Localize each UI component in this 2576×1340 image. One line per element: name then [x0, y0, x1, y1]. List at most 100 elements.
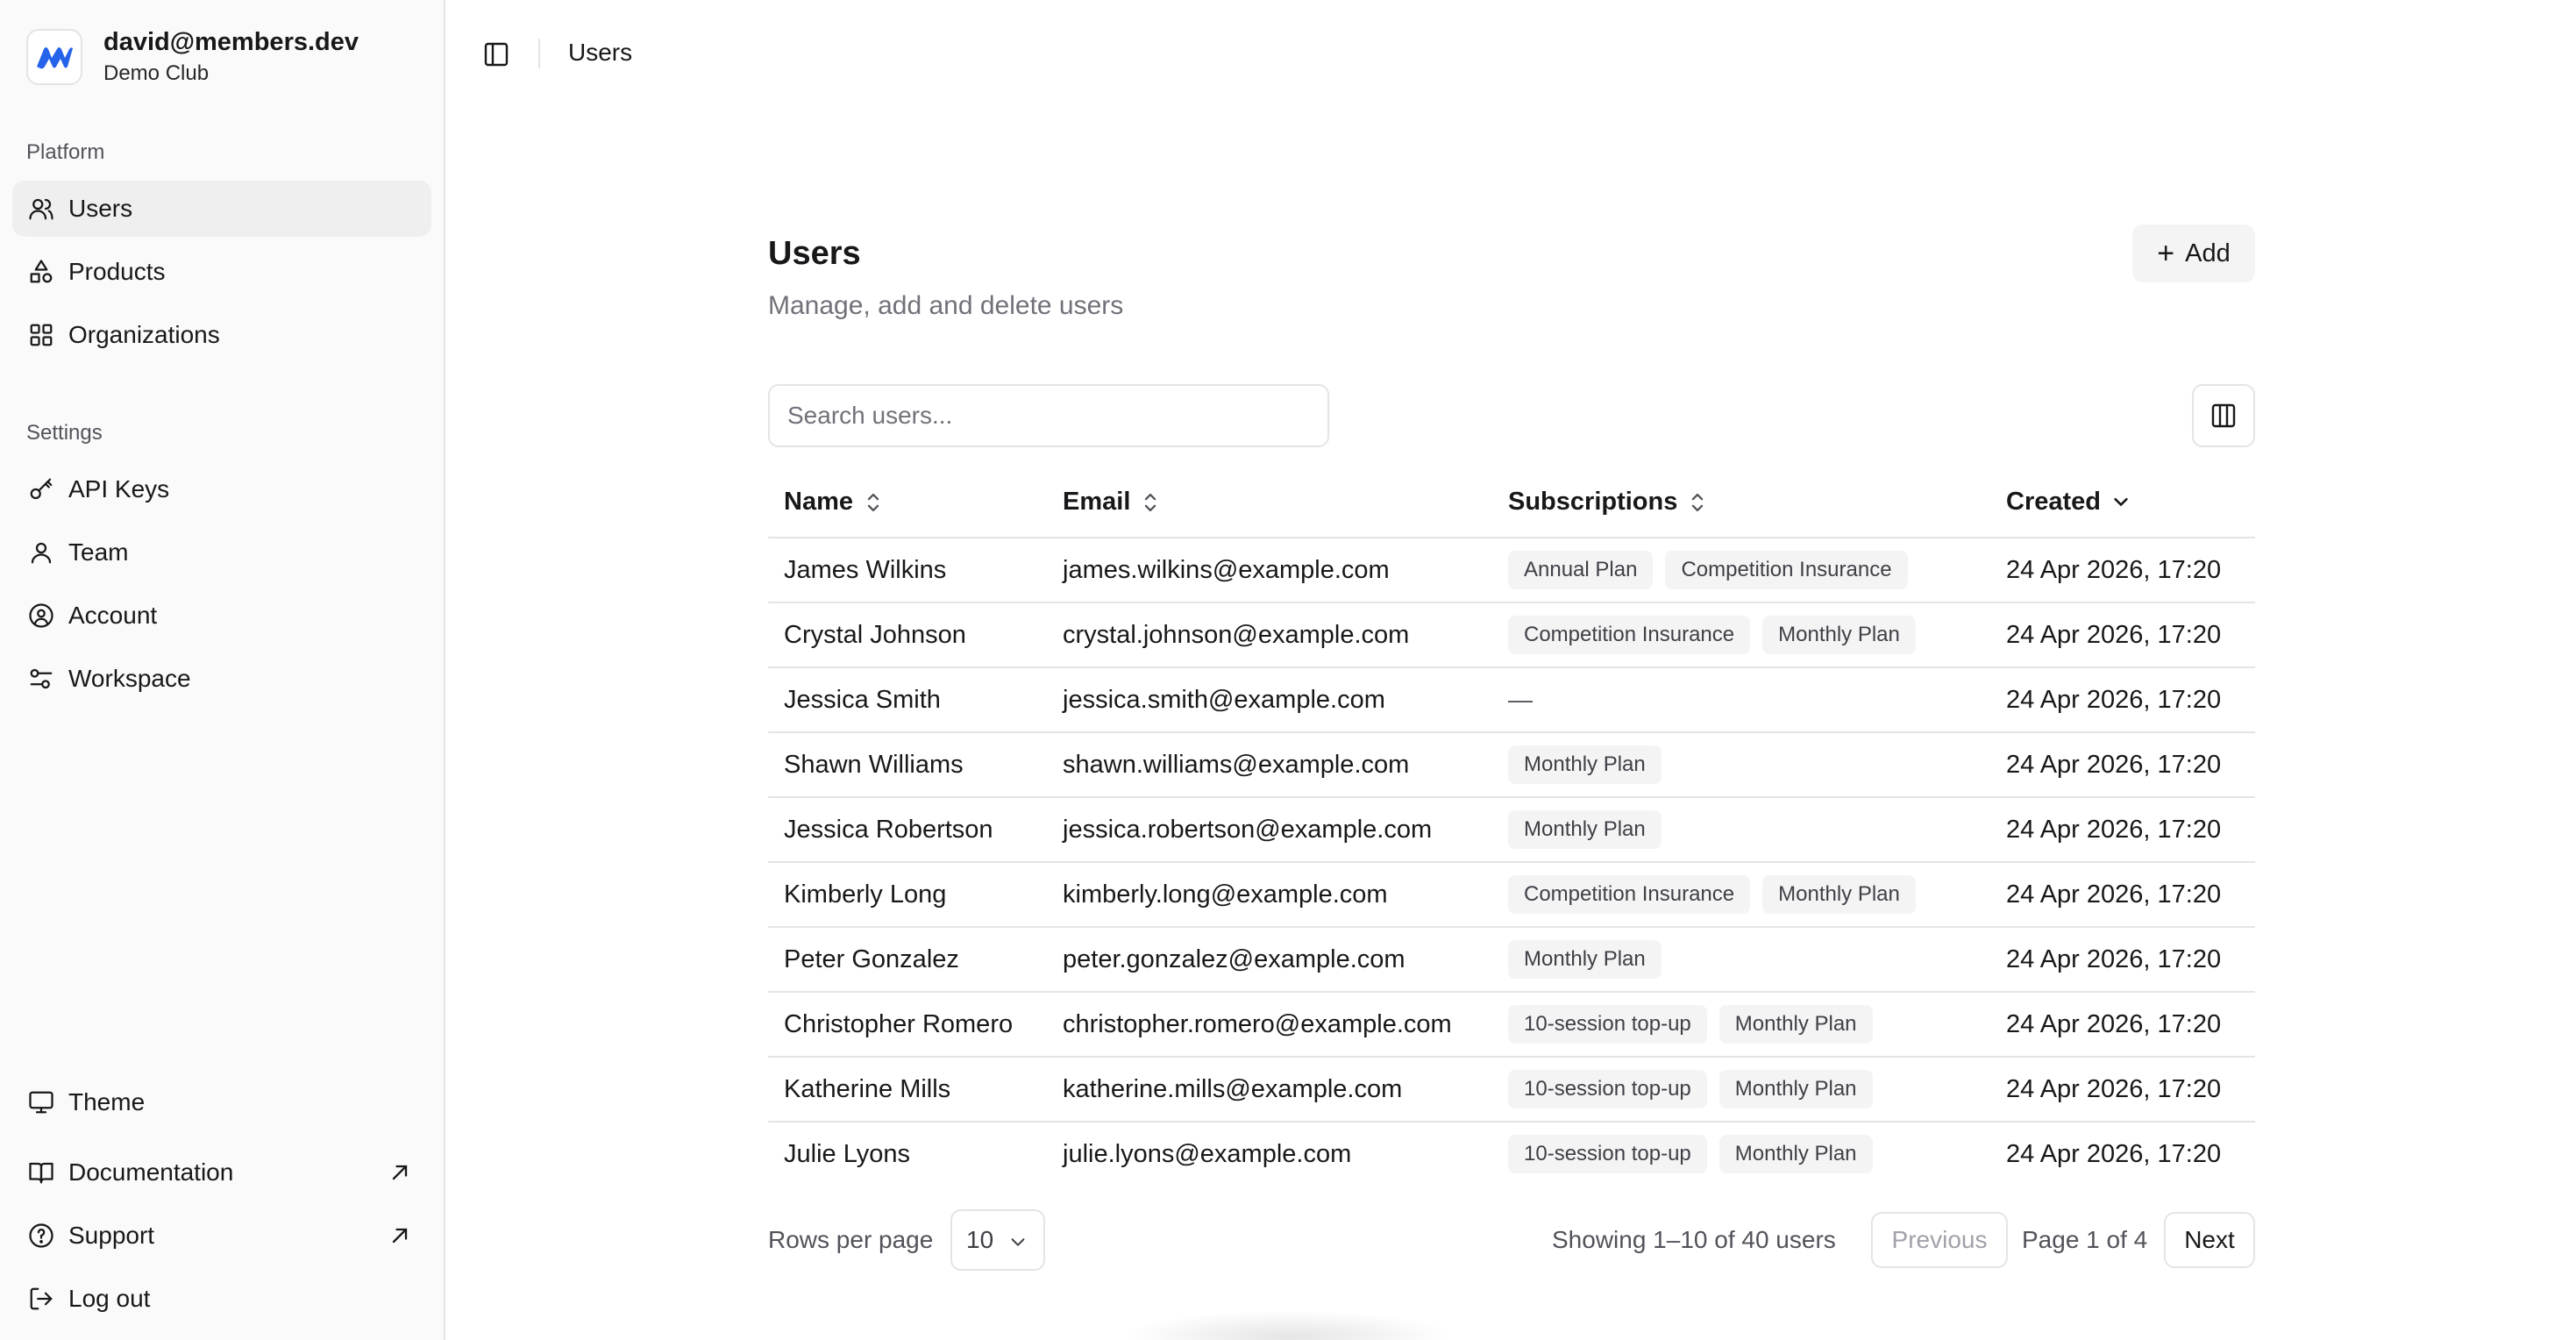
- user-subscriptions: 10-session top-up Monthly Plan: [1508, 1135, 1885, 1173]
- user-subscriptions: —: [1508, 681, 1533, 719]
- rows-per-page-value: 10: [966, 1226, 994, 1253]
- columns-icon: [2211, 403, 2236, 428]
- user-subscriptions: Monthly Plan: [1508, 940, 1674, 979]
- user-email: kimberly.long@example.com: [1063, 880, 1388, 909]
- account-club: Demo Club: [103, 61, 210, 85]
- chevron-down-icon: [2114, 497, 2128, 506]
- table-row[interactable]: James Wilkins james.wilkins@example.com An…: [768, 538, 2255, 603]
- user-subscriptions: Annual Plan Competition Insurance: [1508, 551, 1920, 589]
- sidebar-item-team[interactable]: Team: [12, 524, 431, 581]
- user-name: James Wilkins: [784, 556, 947, 584]
- toast-shadow: [1122, 1310, 1455, 1340]
- sidebar-item-support[interactable]: Support: [12, 1208, 431, 1264]
- log-out-icon: [26, 1284, 56, 1314]
- subscription-badge: Monthly Plan: [1762, 616, 1916, 654]
- user-created: 24 Apr 2026, 17:20: [2006, 945, 2222, 973]
- sidebar-item-log-out[interactable]: Log out: [12, 1271, 431, 1327]
- sidebar-item-account[interactable]: Account: [12, 588, 431, 644]
- column-header-email[interactable]: Email: [1063, 488, 1160, 517]
- monitor-icon: [26, 1087, 56, 1117]
- column-header-label: Name: [784, 488, 853, 516]
- column-header-created[interactable]: Created: [2006, 488, 2131, 517]
- table-row[interactable]: Shawn Williams shawn.williams@example.com…: [768, 733, 2255, 798]
- column-header-name[interactable]: Name: [784, 488, 883, 517]
- user-email: peter.gonzalez@example.com: [1063, 945, 1405, 973]
- sidebar-item-theme[interactable]: Theme: [12, 1074, 431, 1130]
- sidebar-item-label: Workspace: [68, 665, 191, 692]
- pagination-summary: Showing 1–10 of 40 users: [1552, 1226, 1836, 1253]
- user-email: james.wilkins@example.com: [1063, 556, 1390, 584]
- table-row[interactable]: Julie Lyons julie.lyons@example.com 10-ses…: [768, 1123, 2255, 1187]
- previous-page-button[interactable]: Previous: [1871, 1212, 2008, 1268]
- subscription-badge: Monthly Plan: [1762, 875, 1916, 914]
- table-row[interactable]: Christopher Romero christopher.romero@exa…: [768, 993, 2255, 1058]
- account-email: david@members.dev: [103, 28, 359, 56]
- table-row[interactable]: Katherine Mills katherine.mills@example.c…: [768, 1058, 2255, 1123]
- sidebar-item-label: Products: [68, 258, 166, 285]
- subscription-badge: Competition Insurance: [1508, 616, 1751, 654]
- breadcrumb: Users: [568, 39, 633, 66]
- sliders-icon: [26, 664, 56, 694]
- user-created: 24 Apr 2026, 17:20: [2006, 751, 2222, 779]
- subscription-badge: 10-session top-up: [1508, 1070, 1707, 1108]
- sidebar-item-api-keys[interactable]: API Keys: [12, 461, 431, 517]
- user-email: jessica.smith@example.com: [1063, 686, 1385, 714]
- search-input[interactable]: [768, 384, 1329, 447]
- sidebar-toggle-button[interactable]: [479, 37, 514, 72]
- user-created: 24 Apr 2026, 17:20: [2006, 816, 2222, 844]
- user-email: shawn.williams@example.com: [1063, 751, 1410, 779]
- user-email: katherine.mills@example.com: [1063, 1075, 1403, 1103]
- rows-per-page-select[interactable]: 10: [950, 1209, 1045, 1271]
- table-row[interactable]: Jessica Smith jessica.smith@example.com — 2…: [768, 668, 2255, 733]
- column-header-label: Subscriptions: [1508, 488, 1678, 516]
- user-email: jessica.robertson@example.com: [1063, 816, 1433, 844]
- next-page-button[interactable]: Next: [2164, 1212, 2255, 1268]
- sidebar-item-label: Documentation: [68, 1158, 234, 1186]
- users-table: Name Email Subscriptions Created James W…: [768, 470, 2255, 1187]
- subscription-badge: 10-session top-up: [1508, 1135, 1707, 1173]
- sidebar-item-workspace[interactable]: Workspace: [12, 651, 431, 707]
- external-link-icon: [392, 1165, 408, 1180]
- column-header-label: Email: [1063, 488, 1131, 516]
- user-subscriptions: Competition Insurance Monthly Plan: [1508, 875, 1928, 914]
- plus-icon: +: [2157, 237, 2175, 270]
- sidebar-item-products[interactable]: Products: [12, 244, 431, 300]
- account-switcher[interactable]: david@members.dev Demo Club: [26, 26, 359, 88]
- platform-group-label: Platform: [26, 140, 105, 164]
- subscription-badge: Annual Plan: [1508, 551, 1654, 589]
- user-name: Shawn Williams: [784, 751, 964, 779]
- user-subscriptions: 10-session top-up Monthly Plan: [1508, 1070, 1885, 1108]
- user-subscriptions: Monthly Plan: [1508, 745, 1674, 784]
- user-name: Peter Gonzalez: [784, 945, 959, 973]
- key-icon: [26, 474, 56, 504]
- sidebar-item-organizations[interactable]: Organizations: [12, 307, 431, 363]
- sidebar-item-documentation[interactable]: Documentation: [12, 1144, 431, 1201]
- sidebar-item-label: Users: [68, 195, 133, 222]
- user-name: Julie Lyons: [784, 1140, 911, 1168]
- user-created: 24 Apr 2026, 17:20: [2006, 1140, 2222, 1168]
- user-created: 24 Apr 2026, 17:20: [2006, 880, 2222, 909]
- sidebar-item-label: Theme: [68, 1088, 146, 1115]
- subscription-badge: Competition Insurance: [1508, 875, 1751, 914]
- user-subscriptions: Monthly Plan: [1508, 810, 1674, 849]
- sidebar-item-label: API Keys: [68, 475, 170, 502]
- user-subscriptions: Competition Insurance Monthly Plan: [1508, 616, 1928, 654]
- add-user-button[interactable]: + Add: [2132, 225, 2255, 282]
- members-logo-icon: [26, 29, 82, 85]
- sort-icon: [867, 493, 879, 511]
- user-created: 24 Apr 2026, 17:20: [2006, 1075, 2222, 1103]
- sidebar: david@members.dev Demo Club Platform Use…: [0, 0, 445, 1340]
- column-header-subscriptions[interactable]: Subscriptions: [1508, 488, 1707, 517]
- user-created: 24 Apr 2026, 17:20: [2006, 1010, 2222, 1038]
- page-title: Users: [768, 235, 861, 272]
- table-row[interactable]: Peter Gonzalez peter.gonzalez@example.com…: [768, 928, 2255, 993]
- table-row[interactable]: Kimberly Long kimberly.long@example.com Co…: [768, 863, 2255, 928]
- table-row[interactable]: Crystal Johnson crystal.johnson@example.c…: [768, 603, 2255, 668]
- sidebar-item-label: Account: [68, 602, 158, 629]
- columns-toggle-button[interactable]: [2192, 384, 2255, 447]
- users-icon: [26, 194, 56, 224]
- user-name: Crystal Johnson: [784, 621, 966, 649]
- table-row[interactable]: Jessica Robertson jessica.robertson@examp…: [768, 798, 2255, 863]
- column-header-label: Created: [2006, 488, 2101, 516]
- sidebar-item-users[interactable]: Users: [12, 181, 431, 237]
